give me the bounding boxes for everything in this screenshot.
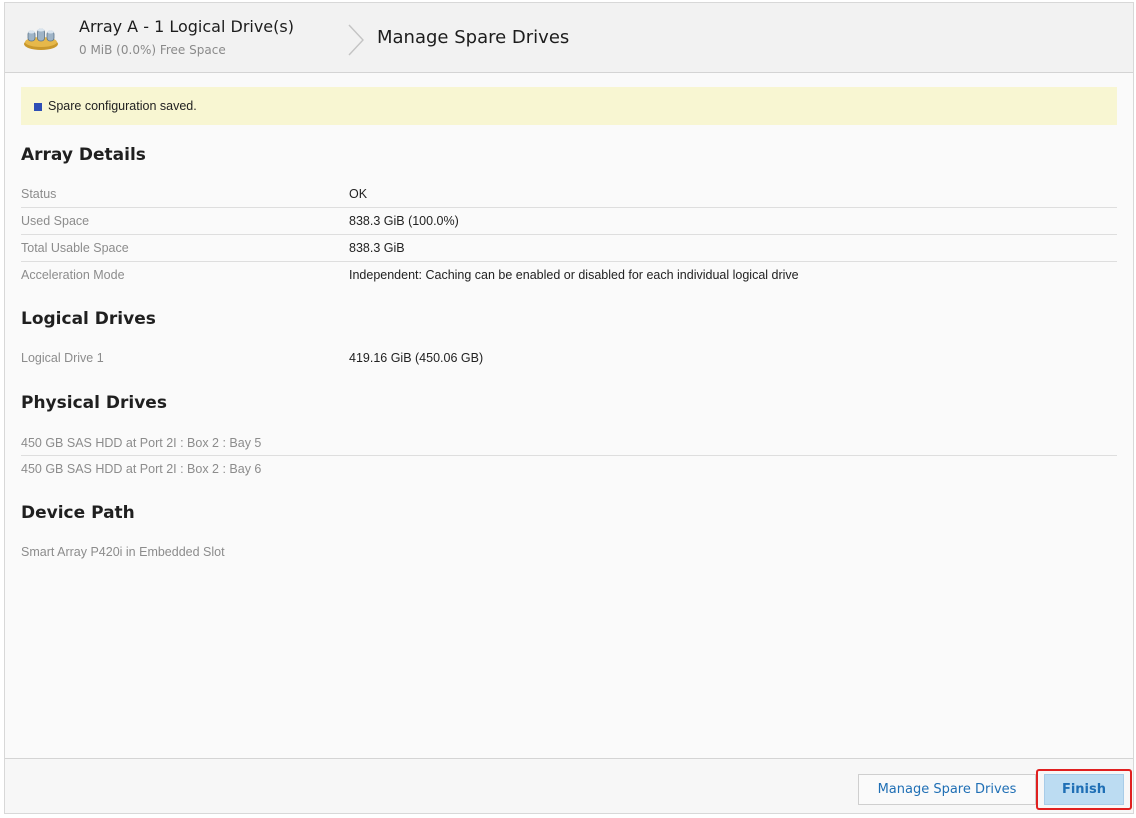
section-heading-physical-drives: Physical Drives xyxy=(21,393,167,413)
footer-bar: Manage Spare Drives Finish xyxy=(5,758,1133,813)
manage-spare-drives-window: Array A - 1 Logical Drive(s) 0 MiB (0.0%… xyxy=(4,2,1134,814)
array-free-space: 0 MiB (0.0%) Free Space xyxy=(79,43,226,57)
logical-drive-row: Logical Drive 1 419.16 GiB (450.06 GB) xyxy=(21,345,1117,372)
page-title: Manage Spare Drives xyxy=(377,27,570,48)
finish-button[interactable]: Finish xyxy=(1044,774,1124,805)
detail-label: Used Space xyxy=(21,214,90,228)
detail-row-used-space: Used Space 838.3 GiB (100.0%) xyxy=(21,208,1117,235)
section-heading-array-details: Array Details xyxy=(21,145,146,165)
notice-text: Spare configuration saved. xyxy=(48,99,197,113)
physical-drive-label: 450 GB SAS HDD at Port 2I : Box 2 : Bay … xyxy=(21,462,262,476)
section-heading-device-path: Device Path xyxy=(21,503,135,523)
detail-label: Status xyxy=(21,187,57,201)
array-title: Array A - 1 Logical Drive(s) xyxy=(79,17,294,36)
status-notice: Spare configuration saved. xyxy=(21,87,1117,125)
detail-label: Total Usable Space xyxy=(21,241,129,255)
disk-array-icon xyxy=(24,28,58,50)
section-heading-logical-drives: Logical Drives xyxy=(21,309,156,329)
physical-drive-item: 450 GB SAS HDD at Port 2I : Box 2 : Bay … xyxy=(21,456,1117,482)
detail-value: Independent: Caching can be enabled or d… xyxy=(349,268,799,282)
detail-value: OK xyxy=(349,187,368,201)
header-bar: Array A - 1 Logical Drive(s) 0 MiB (0.0%… xyxy=(5,3,1133,73)
chevron-right-icon xyxy=(348,24,364,56)
detail-label: Acceleration Mode xyxy=(21,268,125,282)
device-path-value: Smart Array P420i in Embedded Slot xyxy=(21,545,225,559)
logical-drive-label: Logical Drive 1 xyxy=(21,351,104,365)
physical-drive-item: 450 GB SAS HDD at Port 2I : Box 2 : Bay … xyxy=(21,430,1117,456)
detail-row-total-usable-space: Total Usable Space 838.3 GiB xyxy=(21,235,1117,262)
detail-value: 838.3 GiB xyxy=(349,241,405,255)
manage-spare-drives-button[interactable]: Manage Spare Drives xyxy=(858,774,1036,805)
detail-row-status: Status OK xyxy=(21,181,1117,208)
device-path-row: Smart Array P420i in Embedded Slot xyxy=(21,539,1117,565)
info-square-icon xyxy=(34,103,42,111)
detail-value: 838.3 GiB (100.0%) xyxy=(349,214,459,228)
logical-drive-size: 419.16 GiB (450.06 GB) xyxy=(349,351,484,365)
detail-row-acceleration-mode: Acceleration Mode Independent: Caching c… xyxy=(21,262,1117,289)
physical-drive-label: 450 GB SAS HDD at Port 2I : Box 2 : Bay … xyxy=(21,436,262,450)
